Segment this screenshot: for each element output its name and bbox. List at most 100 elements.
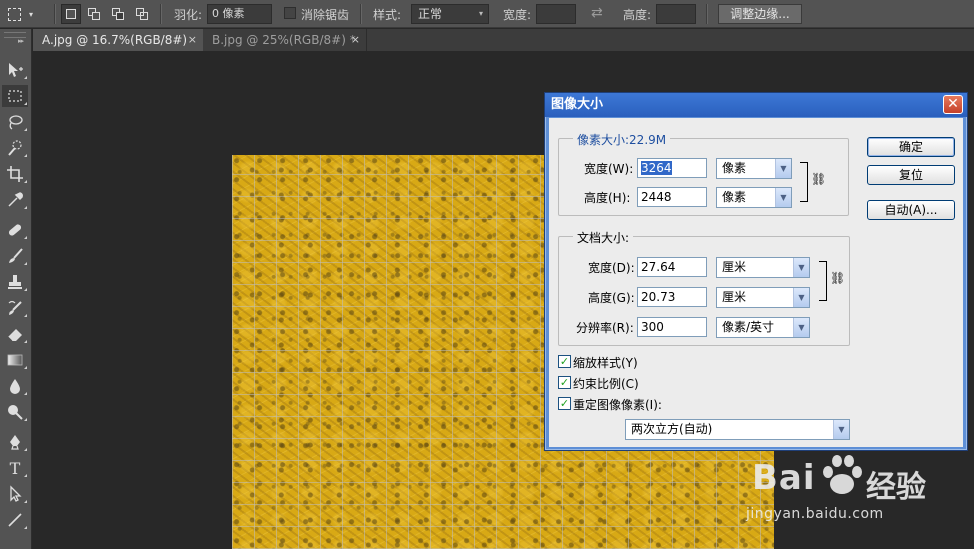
ok-button[interactable]: 确定 xyxy=(867,137,955,157)
close-icon[interactable]: × xyxy=(188,29,197,51)
paw-icon xyxy=(823,455,862,494)
subtract-selection-icon xyxy=(112,8,124,20)
healing-brush-tool[interactable] xyxy=(2,219,28,241)
crop-tool[interactable] xyxy=(2,163,28,185)
new-selection-icon xyxy=(65,8,77,20)
blur-tool[interactable] xyxy=(2,375,28,397)
divider xyxy=(706,4,708,24)
constrain-proportions-label: 约束比例(C) xyxy=(573,377,639,391)
marquee-tool[interactable] xyxy=(2,85,28,107)
line-icon xyxy=(8,513,22,527)
dodge-icon xyxy=(8,405,23,420)
swap-icon[interactable]: ⇄ xyxy=(591,5,603,21)
reset-button[interactable]: 复位 xyxy=(867,165,955,185)
width-input[interactable] xyxy=(536,4,576,24)
path-select-icon xyxy=(10,485,22,502)
options-bar: ▾ 羽化: 0 像素 消除锯齿 样式: 正常 ▾ 宽度: ⇄ 高度: 调整边缘.… xyxy=(0,0,974,28)
tab-a-jpg[interactable]: A.jpg @ 16.7%(RGB/8#) × xyxy=(33,29,203,51)
tool-preset-picker[interactable]: ▾ xyxy=(8,4,46,24)
pixel-height-unit-select[interactable]: 像素 ▼ xyxy=(716,187,792,208)
gradient-icon xyxy=(7,354,23,366)
dialog-close-button[interactable]: ✕ xyxy=(943,95,963,114)
doc-width-unit: 厘米 xyxy=(722,260,747,274)
collapse-arrows-icon[interactable]: ▸▸ xyxy=(18,37,24,45)
droplet-icon xyxy=(10,379,20,394)
feather-input[interactable]: 0 像素 xyxy=(207,4,272,24)
move-tool[interactable] xyxy=(2,59,28,81)
watermark-url: jingyan.baidu.com xyxy=(746,506,884,522)
height-label: 高度: xyxy=(623,8,652,22)
rectangular-marquee-icon xyxy=(8,90,22,102)
style-select[interactable]: 正常 ▾ xyxy=(411,4,489,24)
pixel-height-label: 高度(H): xyxy=(584,191,631,205)
path-select-tool[interactable] xyxy=(2,483,28,505)
lasso-tool[interactable] xyxy=(2,111,28,133)
antialias-label: 消除锯齿 xyxy=(301,8,350,22)
pixel-width-input[interactable]: 3264 xyxy=(637,158,707,178)
scale-styles-checkbox[interactable]: ✓ xyxy=(558,355,571,368)
tools-panel: ▸▸ T xyxy=(0,29,32,549)
lasso-icon xyxy=(9,115,23,130)
new-selection-button[interactable] xyxy=(61,4,81,24)
clone-stamp-tool[interactable] xyxy=(2,271,28,293)
eyedropper-tool[interactable] xyxy=(2,189,28,211)
dialog-title-bar[interactable]: 图像大小 xyxy=(545,93,967,117)
history-brush-tool[interactable] xyxy=(2,297,28,319)
rectangular-marquee-icon xyxy=(8,7,21,21)
doc-width-unit-select[interactable]: 厘米 ▼ xyxy=(716,257,810,278)
pixel-width-value: 3264 xyxy=(641,161,672,175)
resample-image-checkbox[interactable]: ✓ xyxy=(558,397,571,410)
pen-icon xyxy=(10,435,20,450)
move-icon xyxy=(9,63,23,77)
intersect-selection-button[interactable] xyxy=(132,4,152,24)
divider xyxy=(160,4,162,24)
type-tool[interactable]: T xyxy=(2,457,28,479)
dropdown-arrow-icon: ▼ xyxy=(775,188,791,207)
constrain-proportions-checkbox[interactable]: ✓ xyxy=(558,376,571,389)
auto-button[interactable]: 自动(A)... xyxy=(867,200,955,220)
watermark-brand-text: 经验 xyxy=(866,470,926,505)
brush-tool[interactable] xyxy=(2,245,28,267)
dialog-title: 图像大小 xyxy=(551,97,604,112)
resolution-unit-select[interactable]: 像素/英寸 ▼ xyxy=(716,317,810,338)
pixel-height-unit: 像素 xyxy=(722,190,747,204)
tab-b-jpg[interactable]: B.jpg @ 25%(RGB/8#) * × xyxy=(203,29,367,51)
feather-label: 羽化: xyxy=(174,8,203,22)
tab-label: B.jpg @ 25%(RGB/8#) * xyxy=(212,33,356,47)
subtract-from-selection-button[interactable] xyxy=(108,4,128,24)
pixel-width-unit-select[interactable]: 像素 ▼ xyxy=(716,158,792,179)
history-brush-icon xyxy=(8,300,22,315)
doc-width-input[interactable]: 27.64 xyxy=(637,257,707,277)
pixel-width-unit: 像素 xyxy=(722,161,747,175)
divider xyxy=(54,4,56,24)
doc-height-unit-select[interactable]: 厘米 ▼ xyxy=(716,287,810,308)
line-tool[interactable] xyxy=(2,509,28,531)
stamp-icon xyxy=(8,275,22,289)
gradient-tool[interactable] xyxy=(2,349,28,371)
doc-height-label: 高度(G): xyxy=(588,291,635,305)
watermark-logo-text: Bai xyxy=(752,458,816,498)
dodge-tool[interactable] xyxy=(2,401,28,423)
close-icon[interactable]: × xyxy=(351,29,360,51)
eraser-tool[interactable] xyxy=(2,323,28,345)
link-icon: ⛓ xyxy=(811,172,827,186)
pen-tool[interactable] xyxy=(2,431,28,453)
antialias-checkbox[interactable] xyxy=(284,7,296,19)
resample-method-select[interactable]: 两次立方(自动) ▼ xyxy=(625,419,850,440)
resolution-input[interactable]: 300 xyxy=(637,317,707,337)
add-to-selection-button[interactable] xyxy=(84,4,104,24)
constrain-bracket xyxy=(800,162,808,202)
style-label: 样式: xyxy=(373,8,402,22)
width-label: 宽度: xyxy=(503,8,532,22)
pixel-width-label: 宽度(W): xyxy=(584,162,634,176)
pixel-height-input[interactable]: 2448 xyxy=(637,187,707,207)
refine-edge-button[interactable]: 调整边缘... xyxy=(718,4,802,24)
bandage-icon xyxy=(8,224,22,236)
height-input[interactable] xyxy=(656,4,696,24)
pixel-dimensions-title: 像素大小:22.9M xyxy=(573,131,671,148)
quick-select-tool[interactable] xyxy=(2,137,28,159)
type-icon: T xyxy=(9,458,21,478)
select-arrow-icon: ▾ xyxy=(478,9,483,18)
doc-height-input[interactable]: 20.73 xyxy=(637,287,707,307)
dialog-body: 像素大小:22.9M 宽度(W): 3264 像素 ▼ 高度(H): 2448 … xyxy=(549,118,963,447)
